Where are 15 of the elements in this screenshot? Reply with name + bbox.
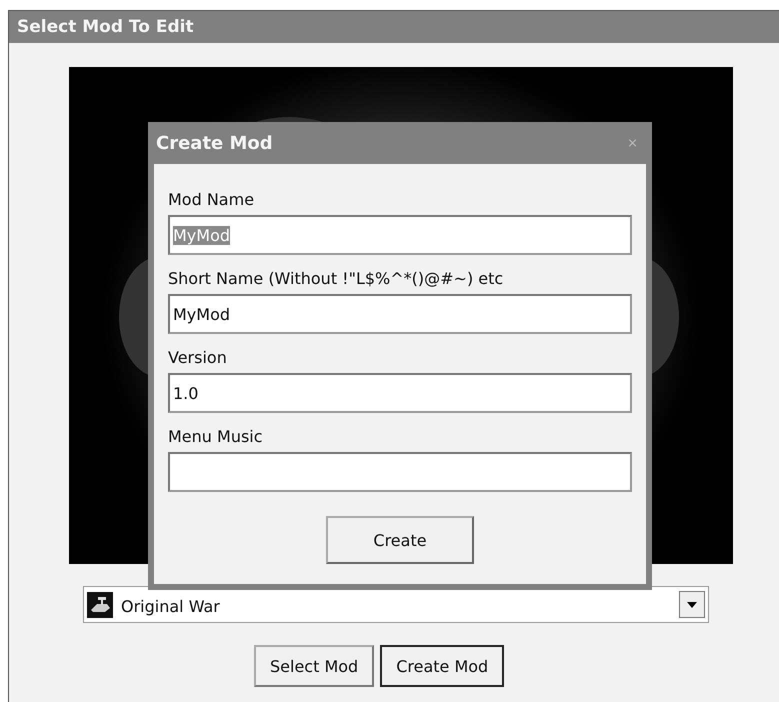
field-label: Menu Music — [168, 427, 264, 446]
vehicle-icon — [87, 592, 113, 618]
input-field[interactable] — [168, 452, 632, 492]
field-label: Short Name (Without !"L$%^*()@#~) etc — [168, 269, 504, 288]
field-label: Mod Name — [168, 190, 256, 209]
create-button[interactable]: Create — [326, 516, 474, 564]
input-field[interactable]: MyMod — [168, 294, 632, 334]
mod-dropdown[interactable]: Original War — [83, 586, 709, 623]
dropdown-value: Original War — [121, 598, 221, 618]
field-label: Version — [168, 348, 228, 367]
window-title: Select Mod To Edit — [9, 11, 779, 43]
mod-button[interactable]: Create Mod — [380, 645, 504, 687]
input-field[interactable]: 1.0 — [168, 373, 632, 413]
dialog-title: Create Mod — [155, 132, 273, 154]
mod-button[interactable]: Select Mod — [254, 645, 374, 687]
